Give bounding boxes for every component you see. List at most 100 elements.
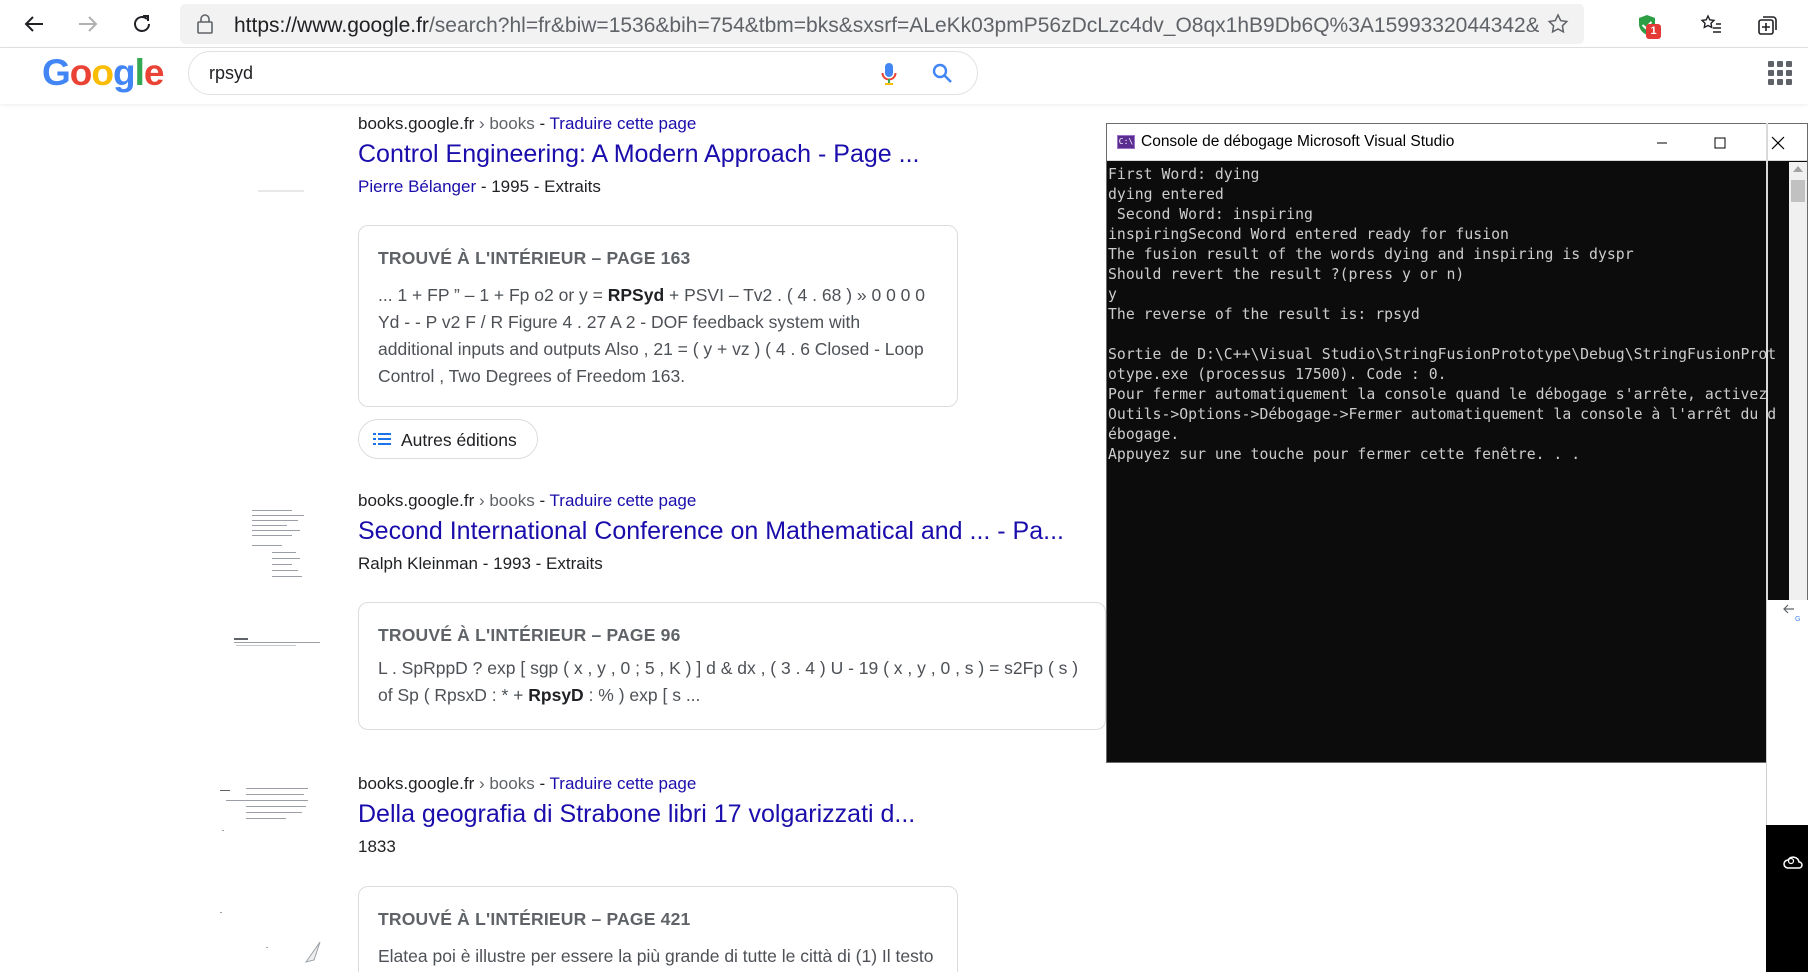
scroll-up-arrow-icon[interactable]: [1793, 166, 1803, 172]
console-line: Pour fermer automatiquement la console q…: [1108, 386, 1768, 403]
lock-icon: [197, 14, 213, 34]
book-thumbnail[interactable]: [218, 782, 321, 972]
debug-console-window[interactable]: C:\ Console de débogage Microsoft Visual…: [1106, 123, 1808, 763]
back-arrow-icon: [24, 16, 43, 32]
logo-letter: o: [91, 52, 114, 93]
favorites-button[interactable]: [1694, 10, 1728, 40]
snippet-line: Elatea poi è illustre per essere la più …: [378, 946, 934, 966]
minimize-button[interactable]: [1633, 124, 1691, 161]
url-host: https://www.google.fr: [234, 14, 429, 37]
google-mini-logo: G: [1795, 616, 1801, 623]
favorite-star-icon[interactable]: [1546, 12, 1570, 36]
weather-cloud-icon[interactable]: [1782, 853, 1804, 871]
page-thumbnail: [232, 637, 322, 647]
snippet-card[interactable]: TROUVÉ À L'INTÉRIEUR – PAGE 163 ... 1 + …: [358, 225, 958, 407]
console-line: Appuyez sur une touche pour fermer cette…: [1108, 446, 1581, 463]
console-line: y: [1108, 286, 1117, 303]
back-button[interactable]: [16, 6, 52, 42]
result-site[interactable]: books.google.fr: [358, 774, 474, 793]
console-title: Console de débogage Microsoft Visual Stu…: [1141, 133, 1455, 150]
snippet-line: L . SpRppD ? exp [ sgp ( x , y , 0 ; 5 ,…: [378, 658, 1079, 678]
snippet-line: Control , Two Degrees of Freedom 163.: [378, 366, 686, 386]
extension-button[interactable]: 1: [1630, 10, 1664, 40]
translate-link[interactable]: Traduire cette page: [550, 114, 697, 133]
extension-badge: 1: [1646, 24, 1661, 39]
console-line: The reverse of the result is: rpsyd: [1108, 306, 1420, 323]
maximize-icon: [1714, 137, 1726, 148]
search-result: books.google.fr › books - Traduire cette…: [358, 774, 1118, 857]
maximize-button[interactable]: [1691, 124, 1749, 161]
console-line: inspiringSecond Word entered ready for f…: [1108, 226, 1509, 243]
console-line: Second Word: inspiring: [1108, 206, 1313, 223]
search-icon[interactable]: [931, 62, 953, 84]
snippet-line: of Sp ( RpsxD : * + RpsyD : % ) exp [ s …: [378, 685, 701, 705]
logo-letter: G: [42, 52, 71, 93]
book-thumbnail[interactable]: [258, 190, 304, 192]
arrow-left-icon: [1783, 604, 1794, 614]
snippet-heading: TROUVÉ À L'INTÉRIEUR – PAGE 96: [378, 625, 681, 645]
other-editions-button[interactable]: Autres éditions: [358, 419, 538, 459]
console-line: Should revert the result ?(press y or n): [1108, 266, 1465, 283]
result-title-link[interactable]: Second International Conference on Mathe…: [358, 517, 1118, 546]
result-site[interactable]: books.google.fr: [358, 491, 474, 510]
result-meta: Ralph Kleinman - 1993 - Extraits: [358, 554, 603, 573]
snippet-line: additional inputs and outputs Also , 21 …: [378, 339, 924, 359]
snippet-text: ... 1 + FP ” – 1 + Fp o2 or y = RPSyd + …: [378, 282, 925, 390]
translate-link[interactable]: Traduire cette page: [550, 491, 697, 510]
result-site[interactable]: books.google.fr: [358, 114, 474, 133]
result-title-link[interactable]: Della geografia di Strabone libri 17 vol…: [358, 800, 1118, 829]
result-meta-rest: - 1995 - Extraits: [476, 177, 601, 196]
result-path: › books: [474, 774, 535, 793]
url-text[interactable]: https://www.google.fr/search?hl=fr&biw=1…: [234, 14, 1539, 38]
close-icon: [1771, 136, 1785, 149]
result-breadcrumb: books.google.fr › books - Traduire cette…: [358, 114, 697, 133]
refresh-button[interactable]: [124, 6, 160, 42]
result-meta: Pierre Bélanger - 1995 - Extraits: [358, 177, 1118, 197]
console-title-bar[interactable]: C:\ Console de débogage Microsoft Visual…: [1107, 124, 1807, 161]
console-line: ébogage.: [1108, 426, 1180, 443]
logo-letter: o: [69, 52, 93, 93]
translate-link[interactable]: Traduire cette page: [550, 774, 697, 793]
google-logo[interactable]: Google: [42, 52, 165, 94]
search-input[interactable]: rpsyd: [209, 63, 253, 84]
result-breadcrumb: books.google.fr › books - Traduire cette…: [358, 774, 697, 793]
address-bar[interactable]: https://www.google.fr/search?hl=fr&biw=1…: [180, 4, 1584, 44]
close-button[interactable]: [1749, 124, 1807, 161]
scrollbar-thumb[interactable]: [1791, 180, 1805, 202]
console-line: The fusion result of the words dying and…: [1108, 246, 1634, 263]
search-box[interactable]: rpsyd: [188, 51, 978, 95]
result-path: › books: [474, 491, 535, 510]
forward-button[interactable]: [70, 6, 106, 42]
console-line: Sortie de D:\C++\Visual Studio\StringFus…: [1108, 346, 1777, 363]
snippet-card[interactable]: TROUVÉ À L'INTÉRIEUR – PAGE 421 Elatea p…: [358, 886, 958, 972]
collections-icon: [1758, 16, 1777, 35]
google-header: Google rpsyd: [0, 48, 1808, 104]
author-link[interactable]: Pierre Bélanger: [358, 177, 476, 196]
refresh-icon: [134, 15, 150, 32]
list-icon: [373, 433, 391, 445]
book-thumbnail[interactable]: [250, 508, 322, 583]
favorites-list-icon: [1700, 14, 1721, 33]
console-line: dying entered: [1108, 186, 1224, 203]
browser-toolbar: https://www.google.fr/search?hl=fr&biw=1…: [0, 0, 1808, 48]
screen: https://www.google.fr/search?hl=fr&biw=1…: [0, 0, 1808, 972]
snippet-card[interactable]: TROUVÉ À L'INTÉRIEUR – PAGE 96 L . SpRpp…: [358, 602, 1106, 730]
result-meta: 1833: [358, 837, 396, 856]
console-line: Outils->Options->Débogage->Fermer automa…: [1108, 406, 1777, 423]
result-title-link[interactable]: Control Engineering: A Modern Approach -…: [358, 140, 1118, 169]
google-apps-icon[interactable]: [1768, 61, 1792, 85]
microphone-icon[interactable]: [881, 62, 897, 86]
search-result: books.google.fr › books - Traduire cette…: [358, 491, 1118, 574]
console-app-icon: C:\: [1117, 135, 1135, 149]
snippet-line: Yd - - P v2 F / R Figure 4 . 27 A 2 - DO…: [378, 312, 861, 332]
collections-button[interactable]: [1750, 10, 1784, 40]
url-path: /search?hl=fr&biw=1536&bih=754&tbm=bks&s…: [428, 14, 1539, 37]
logo-letter: e: [143, 52, 165, 93]
result-path: › books: [474, 114, 535, 133]
snippet-text: L . SpRppD ? exp [ sgp ( x , y , 0 ; 5 ,…: [378, 655, 1078, 709]
console-output[interactable]: First Word: dying dying entered Second Wo…: [1107, 162, 1787, 762]
side-panel-edge[interactable]: G: [1766, 600, 1808, 825]
result-breadcrumb: books.google.fr › books - Traduire cette…: [358, 491, 697, 510]
snippet-heading: TROUVÉ À L'INTÉRIEUR – PAGE 163: [378, 248, 691, 268]
